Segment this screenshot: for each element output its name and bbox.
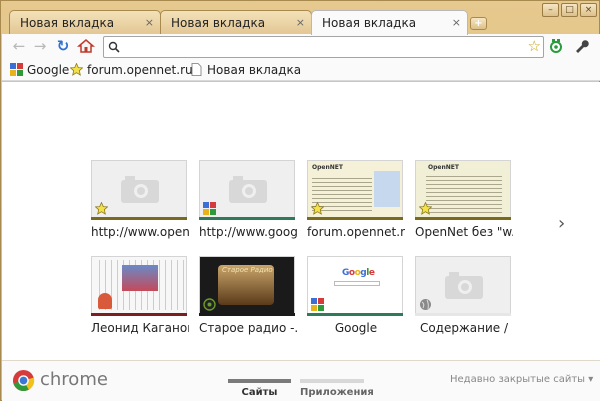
camera-placeholder-icon xyxy=(121,176,159,203)
most-visited-thumb-1[interactable] xyxy=(91,160,187,220)
thumb-caption[interactable]: Содержание / xyxy=(415,321,513,335)
thumb-site-logo: OpenNET xyxy=(312,164,343,171)
bookmark-label: Google xyxy=(27,63,70,77)
address-input[interactable] xyxy=(124,39,514,55)
thumb-google-logo: Google xyxy=(342,268,375,278)
tab-2[interactable]: Новая вкладка × xyxy=(160,10,312,34)
tab-label: Приложения xyxy=(300,387,374,398)
most-visited-thumb-7[interactable]: Google xyxy=(307,256,403,316)
most-visited-thumb-5[interactable] xyxy=(91,256,187,316)
tab-title: Новая вкладка xyxy=(20,16,115,30)
tab-title: Новая вкладка xyxy=(322,16,417,30)
camera-placeholder-icon xyxy=(229,176,267,203)
forward-icon[interactable]: → xyxy=(31,37,49,55)
tab-close-icon[interactable]: × xyxy=(452,16,461,29)
thumb-underline xyxy=(415,217,511,220)
next-page-arrow-icon[interactable]: › xyxy=(558,213,565,234)
recently-closed-label: Недавно закрытые сайты xyxy=(450,374,586,385)
tab-sites[interactable]: Сайты xyxy=(228,379,291,398)
star-icon xyxy=(419,202,432,215)
thumb-caption[interactable]: Старое радио -... xyxy=(199,321,297,335)
thumb-underline xyxy=(307,313,403,316)
new-tab-page: http://www.openn... http://www.google...… xyxy=(2,82,600,360)
star-icon xyxy=(311,202,324,215)
thumb-caption[interactable]: http://www.google... xyxy=(199,225,297,239)
recently-closed-menu[interactable]: Недавно закрытые сайты ▾ xyxy=(450,374,593,385)
bookmark-opennet[interactable]: forum.opennet.ru xyxy=(69,62,193,79)
thumb-caption[interactable]: http://www.openn... xyxy=(91,225,189,239)
most-visited-thumb-8[interactable] xyxy=(415,256,511,316)
page-icon xyxy=(190,63,203,76)
thumb-underline xyxy=(307,217,403,220)
most-visited-thumb-3[interactable]: OpenNET xyxy=(307,160,403,220)
tab-indicator xyxy=(300,379,364,383)
thumb-underline xyxy=(199,217,295,220)
google-icon xyxy=(311,298,324,311)
bookmarks-bar: Google forum.opennet.ru Новая вкладка xyxy=(2,60,600,81)
chevron-down-icon: ▾ xyxy=(588,374,594,385)
wrench-icon[interactable] xyxy=(572,37,590,55)
thumb-site-logo: OpenNET xyxy=(428,164,459,171)
tab-indicator xyxy=(228,379,291,383)
extension-icon[interactable] xyxy=(547,37,565,55)
footer: chrome Сайты Приложения Недавно закрытые… xyxy=(2,360,600,401)
thumb-caption[interactable]: forum.opennet.ru/... xyxy=(307,225,405,239)
address-bar[interactable]: ☆ xyxy=(103,36,544,58)
thumb-figure xyxy=(98,293,112,309)
tab-apps[interactable]: Приложения xyxy=(300,379,374,398)
thumb-underline xyxy=(199,313,295,316)
thumb-underline xyxy=(91,217,187,220)
bookmark-new-tab[interactable]: Новая вкладка xyxy=(190,62,301,79)
bookmark-google[interactable]: Google xyxy=(10,62,69,79)
bookmark-star-icon[interactable]: ☆ xyxy=(528,37,541,55)
thumb-caption[interactable]: Google xyxy=(307,321,405,335)
tab-title: Новая вкладка xyxy=(171,16,266,30)
most-visited-thumb-6[interactable]: Старое Радио xyxy=(199,256,295,316)
browser-window: – □ × Новая вкладка × Новая вкладка × Но… xyxy=(0,0,600,401)
most-visited-thumb-2[interactable] xyxy=(199,160,295,220)
home-icon[interactable] xyxy=(76,37,96,55)
new-tab-button[interactable]: + xyxy=(470,17,487,30)
star-icon xyxy=(69,62,84,76)
back-icon[interactable]: ← xyxy=(10,37,28,55)
bookmark-label: forum.opennet.ru xyxy=(87,63,193,77)
bookmark-label: Новая вкладка xyxy=(207,63,302,77)
star-icon xyxy=(95,202,108,215)
thumb-side-panel xyxy=(374,171,400,207)
globe-icon xyxy=(420,299,431,310)
thumb-underline xyxy=(415,313,511,316)
google-icon xyxy=(10,63,23,76)
radio-icon xyxy=(203,298,216,311)
tab-3-active[interactable]: Новая вкладка × xyxy=(311,10,468,35)
reload-icon[interactable]: ↻ xyxy=(54,37,72,55)
close-window-button[interactable]: × xyxy=(580,3,597,17)
camera-placeholder-icon xyxy=(445,272,483,299)
tab-label: Сайты xyxy=(241,387,278,398)
minimize-button[interactable]: – xyxy=(542,3,559,17)
most-visited-thumb-4[interactable]: OpenNET xyxy=(415,160,511,220)
thumb-image xyxy=(122,265,158,291)
tab-1[interactable]: Новая вкладка × xyxy=(9,10,161,34)
thumb-site-logo: Старое Радио xyxy=(222,266,273,274)
google-icon xyxy=(203,202,216,215)
tab-close-icon[interactable]: × xyxy=(296,16,305,29)
thumb-search-box xyxy=(334,281,380,286)
tab-close-icon[interactable]: × xyxy=(145,16,154,29)
thumb-caption[interactable]: OpenNet без "w... xyxy=(415,225,513,239)
thumb-caption[interactable]: Леонид Каганов... xyxy=(91,321,189,335)
chrome-logo-icon xyxy=(12,369,35,392)
toolbar: ← → ↻ ☆ xyxy=(2,34,600,60)
maximize-button[interactable]: □ xyxy=(561,3,578,17)
search-icon xyxy=(108,41,120,53)
chrome-logo-text: chrome xyxy=(40,369,108,390)
thumb-text-lines xyxy=(426,173,502,213)
thumb-underline xyxy=(91,313,187,316)
